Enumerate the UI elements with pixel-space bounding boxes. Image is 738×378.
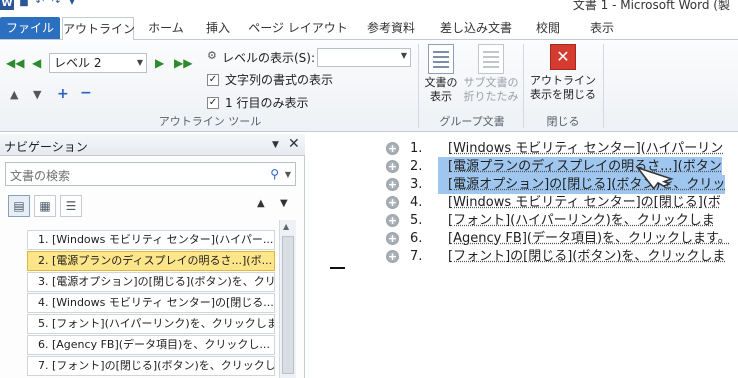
list-item[interactable]: 5. [フォント](ハイパーリンク)を、クリックします。 — [27, 314, 275, 334]
expand-plus-icon[interactable]: + — [386, 178, 399, 191]
ribbon-outline: ◀◀ ◀ レベル 2 ▼ ▶ ▶▶ ▲ ▼ + − ⚙ レベルの表示(S): ▼… — [0, 40, 738, 132]
expand-plus-icon[interactable]: + — [386, 196, 399, 209]
expand-plus-icon[interactable]: + — [386, 214, 399, 227]
redo-icon[interactable]: ↷ — [50, 0, 62, 9]
browse-pages-tab-icon[interactable]: ▦ — [34, 195, 56, 217]
expand-plus-icon[interactable]: + — [386, 160, 399, 173]
list-item[interactable]: 7. [フォント]の[閉じる](ボタン)を、クリックしま... — [27, 356, 275, 376]
group-divider — [418, 44, 419, 128]
save-icon[interactable]: ■ — [18, 0, 30, 9]
navigation-header: ナビゲーション ▼ ✕ — [0, 134, 305, 156]
expand-plus-icon[interactable]: + — [386, 142, 399, 155]
show-first-line-only-checkbox[interactable]: ✓ 1 行目のみ表示 — [207, 94, 308, 111]
checkbox-checked-icon: ✓ — [207, 73, 219, 86]
outline-level-select[interactable]: レベル 2 ▼ — [49, 53, 147, 73]
chevron-down-icon: ▼ — [136, 58, 143, 67]
navigation-pane: ナビゲーション ▼ ✕ 文書の検索 ⚲ ▼ ▤ ▦ ☰ ▲ ▼ 1. [Wind… — [0, 134, 305, 378]
tab-home[interactable]: ホーム — [140, 18, 192, 40]
scroll-up-icon[interactable]: ▲ — [283, 222, 289, 231]
list-item[interactable]: 1. [Windows モビリティ センター](ハイパー... — [27, 230, 275, 250]
expand-plus-icon[interactable]: + — [386, 250, 399, 263]
show-document-button[interactable]: 文書の 表示 — [420, 44, 462, 104]
promote-to-heading1-icon[interactable]: ◀◀ — [6, 56, 24, 70]
collapse-icon[interactable]: − — [80, 86, 92, 100]
list-item[interactable]: 3. [電源オプション]の[閉じる](ボタン)を、クリ... — [27, 272, 275, 292]
search-icon[interactable]: ⚲ — [270, 167, 279, 181]
collapse-subdocuments-label: サブ文書の 折りたたみ — [463, 76, 519, 103]
checkbox-checked-icon: ✓ — [207, 96, 219, 109]
tab-insert[interactable]: 挿入 — [198, 18, 238, 40]
tab-review[interactable]: 校閲 — [528, 18, 568, 40]
group-divider — [603, 44, 604, 128]
scrollbar-thumb[interactable] — [282, 236, 294, 374]
ribbon-tabs: ファイル アウトライン ホーム 挿入 ページ レイアウト 参考資料 差し込み文書… — [0, 12, 738, 41]
promote-icon[interactable]: ◀ — [32, 56, 41, 70]
collapse-subdocuments-button[interactable]: サブ文書の 折りたたみ — [462, 44, 520, 104]
word-logo-icon: W — [0, 0, 14, 10]
move-down-icon[interactable]: ▼ — [33, 89, 41, 101]
close-outline-view-label: アウトライン 表示を閉じる — [530, 74, 596, 101]
next-heading-icon[interactable]: ▼ — [280, 198, 288, 209]
browse-results-tab-icon[interactable]: ☰ — [60, 195, 82, 217]
chevron-down-icon: ▼ — [400, 51, 407, 60]
master-document-group-label: グループ文書 — [439, 115, 505, 128]
list-item[interactable]: 2. [電源プランのディスプレイの明るさ...](ボ... — [27, 251, 275, 271]
tab-mailings[interactable]: 差し込み文書 — [436, 18, 516, 40]
close-outline-view-button[interactable]: ✕ アウトライン 表示を閉じる — [527, 44, 599, 102]
tab-view[interactable]: 表示 — [582, 18, 622, 40]
search-placeholder: 文書の検索 — [10, 169, 71, 183]
customize-qat-icon[interactable]: ▾ — [66, 0, 78, 9]
close-icon: ✕ — [550, 44, 576, 70]
document-icon — [428, 44, 454, 74]
title-bar: W ■ ↶ ↷ ▾ 文書 1 - Microsoft Word (製 — [0, 0, 738, 12]
show-text-formatting-checkbox[interactable]: ✓ 文字列の書式の表示 — [207, 71, 333, 88]
list-item[interactable]: 4. [Windows モビリティ センター]の[閉じる... — [27, 293, 275, 313]
insertion-mark — [330, 267, 345, 269]
expand-icon[interactable]: + — [57, 87, 69, 101]
tab-references[interactable]: 参考資料 — [360, 18, 422, 40]
close-group-label: 閉じる — [546, 115, 580, 128]
subdocument-icon — [478, 44, 504, 74]
demote-icon[interactable]: ▶ — [155, 56, 164, 70]
search-document-input[interactable]: 文書の検索 ⚲ ▼ — [5, 162, 296, 186]
show-level-select[interactable]: ▼ — [317, 48, 411, 67]
pane-menu-icon[interactable]: ▼ — [272, 140, 279, 150]
quick-access-toolbar: W ■ ↶ ↷ ▾ — [0, 0, 78, 10]
move-up-icon[interactable]: ▲ — [10, 89, 18, 101]
show-text-formatting-label: 文字列の書式の表示 — [225, 73, 334, 87]
undo-icon[interactable]: ↶ — [34, 0, 46, 9]
previous-heading-icon[interactable]: ▲ — [257, 198, 265, 209]
demote-to-body-icon[interactable]: ▶▶ — [174, 56, 192, 70]
show-level-icon: ⚙ — [207, 49, 217, 62]
expand-plus-icon[interactable]: + — [386, 232, 399, 245]
chevron-down-icon[interactable]: ▼ — [285, 170, 291, 179]
nav-scrollbar[interactable]: ▲ — [279, 220, 296, 378]
browse-headings-tab-icon[interactable]: ▤ — [8, 195, 30, 217]
tab-page-layout[interactable]: ページ レイアウト — [244, 18, 352, 40]
close-icon[interactable]: ✕ — [288, 136, 300, 152]
document-area[interactable]: + 1. [Windows モビリティ センター](ハイパーリン + 2. [電… — [306, 134, 738, 378]
mouse-pointer-icon — [636, 166, 674, 190]
show-level-label: レベルの表示(S): — [222, 51, 316, 65]
show-document-label: 文書の 表示 — [424, 76, 458, 103]
group-divider — [523, 44, 524, 128]
show-first-line-only-label: 1 行目のみ表示 — [225, 96, 309, 110]
heading-list: 1. [Windows モビリティ センター](ハイパー... 2. [電源プラ… — [27, 230, 277, 377]
tab-outline[interactable]: アウトライン — [62, 17, 135, 41]
navigation-title: ナビゲーション — [4, 140, 88, 154]
tab-file[interactable]: ファイル — [0, 17, 60, 39]
outline-level-value: レベル 2 — [54, 56, 102, 70]
outline-tools-group-label: アウトライン ツール — [158, 115, 262, 128]
list-item[interactable]: 6. [Agency FB](データ項目)を、クリックし... — [27, 335, 275, 355]
